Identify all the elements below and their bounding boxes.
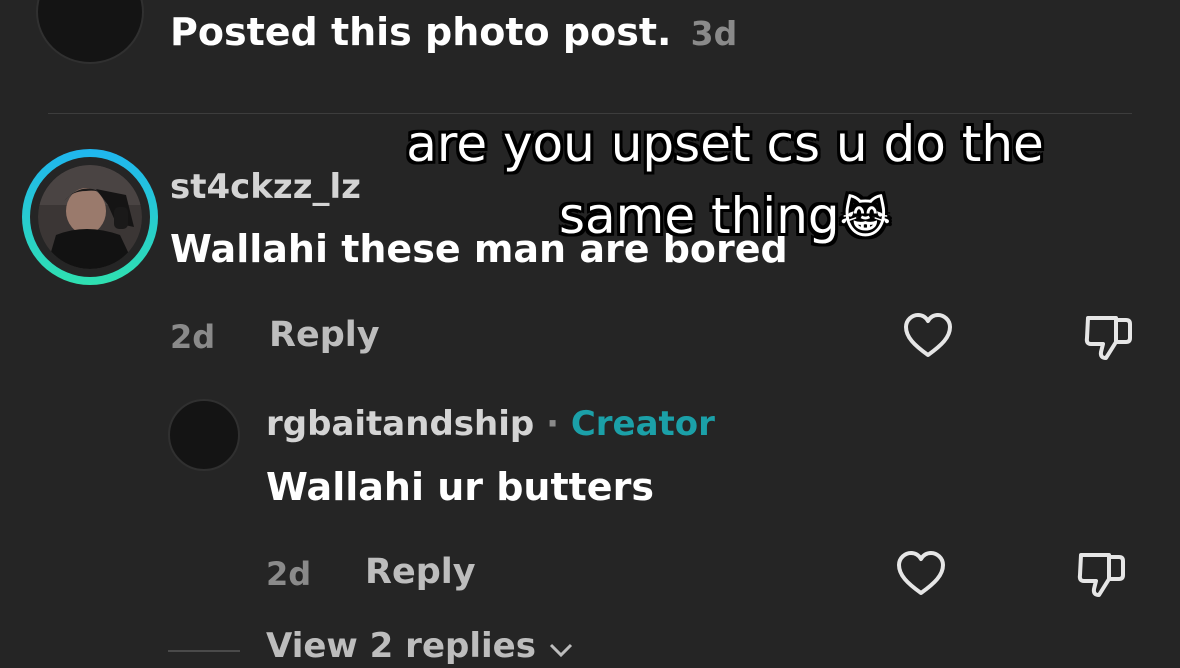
top-post-text: Posted this photo post.	[170, 10, 672, 54]
creator-badge: Creator	[570, 404, 715, 444]
top-post-line: Posted this photo post. 3d	[170, 10, 737, 54]
comment-heart-icon[interactable]	[902, 311, 954, 359]
reply-heart-icon[interactable]	[895, 549, 947, 597]
avatar-photo	[38, 165, 142, 269]
comment-dislike-icon[interactable]	[1082, 312, 1134, 362]
reply-avatar[interactable]	[168, 399, 240, 471]
overlay-caption: are you upset cs u do the same thing😹	[380, 108, 1070, 255]
reply-reply-button[interactable]: Reply	[365, 552, 476, 592]
reply-time: 2d	[266, 555, 312, 593]
comment-username[interactable]: st4ckzz_lz	[170, 167, 361, 207]
comment-avatar	[30, 157, 150, 277]
reply-text: Wallahi ur butters	[266, 465, 654, 509]
view-replies-line	[168, 650, 240, 652]
reply-separator: ·	[546, 404, 559, 444]
top-post-avatar[interactable]	[36, 0, 144, 64]
reply-dislike-icon[interactable]	[1075, 549, 1127, 599]
reply-username[interactable]: rgbaitandship	[266, 404, 534, 444]
comment-reply-button[interactable]: Reply	[269, 315, 380, 355]
view-replies-label: View 2 replies	[266, 626, 536, 666]
top-post-time: 3d	[690, 14, 738, 53]
overlay-caption-line2-text: same thing	[558, 187, 840, 245]
comment-avatar-ring[interactable]	[22, 149, 158, 285]
view-replies-button[interactable]: View 2 replies	[266, 626, 574, 668]
comment-time: 2d	[170, 318, 216, 356]
reply-header: rgbaitandship · Creator	[266, 404, 715, 444]
overlay-caption-line1: are you upset cs u do the	[406, 115, 1044, 173]
overlay-caption-line2: same thing😹	[380, 180, 1070, 255]
laughing-cat-emoji: 😹	[839, 193, 892, 244]
